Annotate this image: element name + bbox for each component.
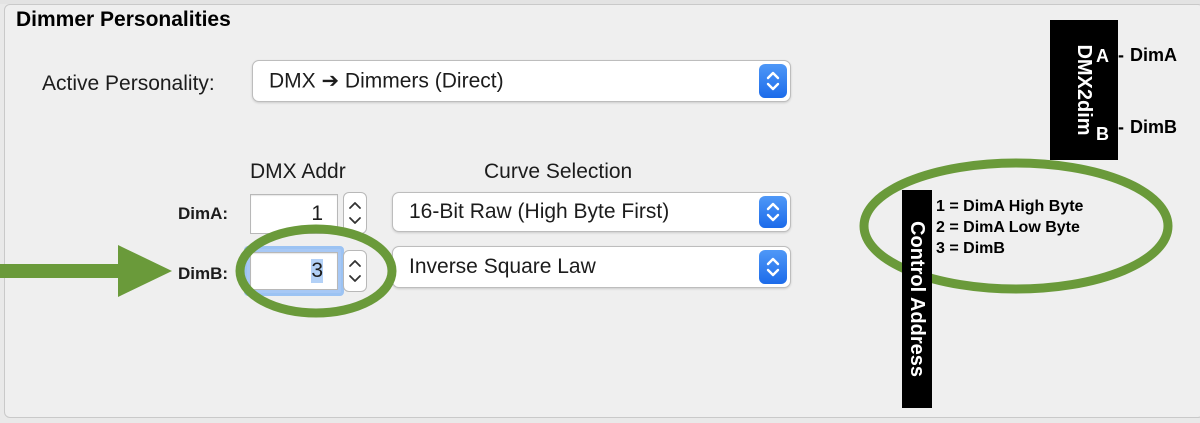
control-address-line: 3 = DimB	[936, 240, 1005, 257]
addr-highlight-ellipse	[235, 224, 397, 318]
control-address-line: 2 = DimA Low Byte	[936, 219, 1080, 236]
pin-b-letter: B	[1096, 124, 1109, 144]
pin-b-name: DimB	[1130, 117, 1178, 137]
green-arrow-icon	[0, 245, 172, 297]
control-address-bar: Control Address	[902, 190, 932, 408]
pin-a-sep: -	[1118, 45, 1124, 65]
control-address-list: 1 = DimA High Byte 2 = DimA Low Byte 3 =…	[936, 196, 1083, 259]
pin-a-letter: A	[1096, 46, 1109, 66]
pin-b-sep: -	[1118, 117, 1124, 137]
device-label-box: DMX2dim A B	[1050, 20, 1118, 160]
device-name: DMX2dim	[1073, 44, 1095, 136]
control-address-label: Control Address	[906, 221, 928, 377]
control-address-line: 1 = DimA High Byte	[936, 198, 1084, 215]
pin-a-name: DimA	[1130, 45, 1178, 65]
